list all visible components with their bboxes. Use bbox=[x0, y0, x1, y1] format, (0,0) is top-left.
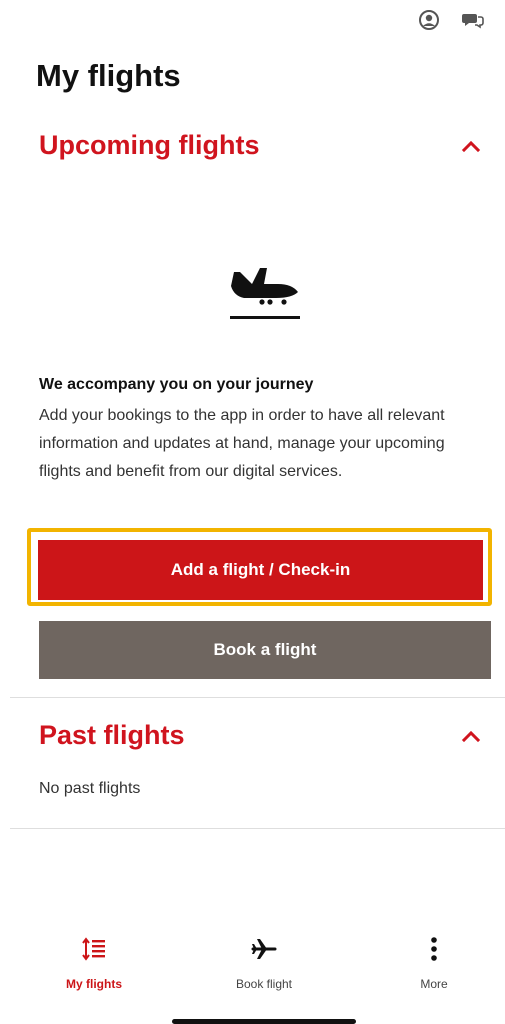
page-title: My flights bbox=[36, 58, 181, 93]
past-flights-header[interactable]: Past flights bbox=[39, 720, 487, 751]
book-flight-button[interactable]: Book a flight bbox=[39, 621, 491, 679]
nav-item-more[interactable]: More bbox=[374, 935, 494, 991]
upcoming-flights-header[interactable]: Upcoming flights bbox=[39, 130, 487, 161]
divider bbox=[10, 828, 505, 829]
info-block: We accompany you on your journey Add you… bbox=[39, 376, 479, 486]
account-icon[interactable] bbox=[417, 8, 441, 32]
nav-item-book-flight[interactable]: Book flight bbox=[204, 935, 324, 991]
nav-item-my-flights[interactable]: My flights bbox=[34, 935, 154, 991]
past-flights-title: Past flights bbox=[39, 720, 185, 750]
chat-icon[interactable] bbox=[461, 8, 485, 32]
chevron-up-icon[interactable] bbox=[457, 132, 485, 160]
add-flight-checkin-button[interactable]: Add a flight / Check-in bbox=[38, 540, 483, 600]
info-body: Add your bookings to the app in order to… bbox=[39, 407, 445, 480]
chevron-up-icon[interactable] bbox=[457, 722, 485, 750]
nav-label: More bbox=[420, 977, 448, 991]
home-indicator bbox=[172, 1019, 356, 1024]
info-title: We accompany you on your journey bbox=[39, 376, 314, 393]
nav-label: Book flight bbox=[235, 977, 293, 991]
divider bbox=[10, 697, 505, 698]
more-vertical-icon bbox=[431, 937, 437, 961]
flight-list-icon bbox=[82, 937, 105, 961]
nav-label: My flights bbox=[66, 977, 122, 991]
header-actions bbox=[417, 8, 485, 32]
bottom-nav: My flights Book flight More bbox=[0, 935, 505, 1005]
plane-icon bbox=[251, 939, 277, 959]
past-flights-empty-text: No past flights bbox=[39, 780, 141, 797]
plane-landing-icon bbox=[230, 268, 300, 319]
upcoming-flights-title: Upcoming flights bbox=[39, 130, 260, 160]
